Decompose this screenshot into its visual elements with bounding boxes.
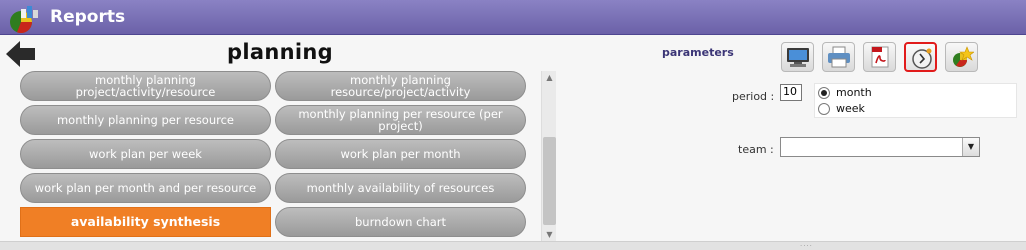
bottom-splitter[interactable]: ···· bbox=[0, 241, 1026, 250]
scrollbar-thumb[interactable] bbox=[543, 137, 556, 225]
parameters-label: parameters bbox=[662, 46, 734, 59]
pdf-icon bbox=[871, 46, 889, 68]
radio-week-label: week bbox=[836, 102, 865, 115]
favorite-button[interactable] bbox=[945, 42, 978, 72]
report-list-scrollbar[interactable]: ▲ ▼ bbox=[541, 71, 556, 242]
display-icon bbox=[787, 48, 809, 67]
display-button[interactable] bbox=[781, 42, 814, 72]
reports-chart-icon bbox=[10, 6, 38, 33]
clock-icon bbox=[912, 48, 932, 69]
report-button-work-plan-per-month[interactable]: work plan per month bbox=[275, 139, 526, 169]
radio-month[interactable]: month bbox=[818, 85, 872, 100]
team-label: team : bbox=[738, 143, 774, 156]
report-button-work-plan-per-month-and-per-resource[interactable]: work plan per month and per resource bbox=[20, 173, 271, 203]
period-unit-radio-group: month week bbox=[814, 83, 1017, 118]
schedule-button[interactable] bbox=[904, 42, 937, 72]
title-bar: Reports bbox=[0, 0, 1026, 35]
report-button-grid: monthly planning project/activity/resour… bbox=[20, 71, 530, 243]
team-select[interactable]: ▼ bbox=[780, 137, 980, 157]
report-button-availability-synthesis[interactable]: availability synthesis bbox=[20, 207, 271, 237]
favorite-icon bbox=[953, 46, 974, 67]
chevron-down-icon[interactable]: ▼ bbox=[962, 138, 979, 156]
period-label: period : bbox=[732, 90, 775, 103]
report-button-monthly-planning-resource-project-activity[interactable]: monthly planning resource/project/activi… bbox=[275, 71, 526, 101]
page-title: Reports bbox=[50, 7, 126, 27]
print-button[interactable] bbox=[822, 42, 855, 72]
report-button-monthly-planning-per-resource[interactable]: monthly planning per resource bbox=[20, 105, 271, 135]
report-button-work-plan-per-week[interactable]: work plan per week bbox=[20, 139, 271, 169]
content-area: planning monthly planning project/activi… bbox=[0, 35, 1026, 250]
scroll-down-icon[interactable]: ▼ bbox=[542, 228, 557, 242]
radio-month-label: month bbox=[836, 86, 872, 99]
radio-week-button[interactable] bbox=[818, 102, 830, 115]
radio-week[interactable]: week bbox=[818, 101, 865, 116]
report-button-monthly-planning-project-activity-resource[interactable]: monthly planning project/activity/resour… bbox=[20, 71, 271, 101]
report-list-panel: planning monthly planning project/activi… bbox=[0, 35, 560, 242]
print-icon bbox=[828, 46, 850, 68]
report-button-monthly-availability-of-resources[interactable]: monthly availability of resources bbox=[275, 173, 526, 203]
splitter-grip-icon[interactable]: ···· bbox=[800, 243, 820, 250]
report-button-monthly-planning-per-resource-per-project[interactable]: monthly planning per resource (per proje… bbox=[275, 105, 526, 135]
scroll-up-icon[interactable]: ▲ bbox=[542, 71, 557, 85]
period-input[interactable]: 10 bbox=[780, 84, 802, 101]
section-title: planning bbox=[227, 40, 333, 64]
pdf-button[interactable] bbox=[863, 42, 896, 72]
radio-month-button[interactable] bbox=[818, 86, 830, 99]
report-button-burndown-chart[interactable]: burndown chart bbox=[275, 207, 526, 237]
